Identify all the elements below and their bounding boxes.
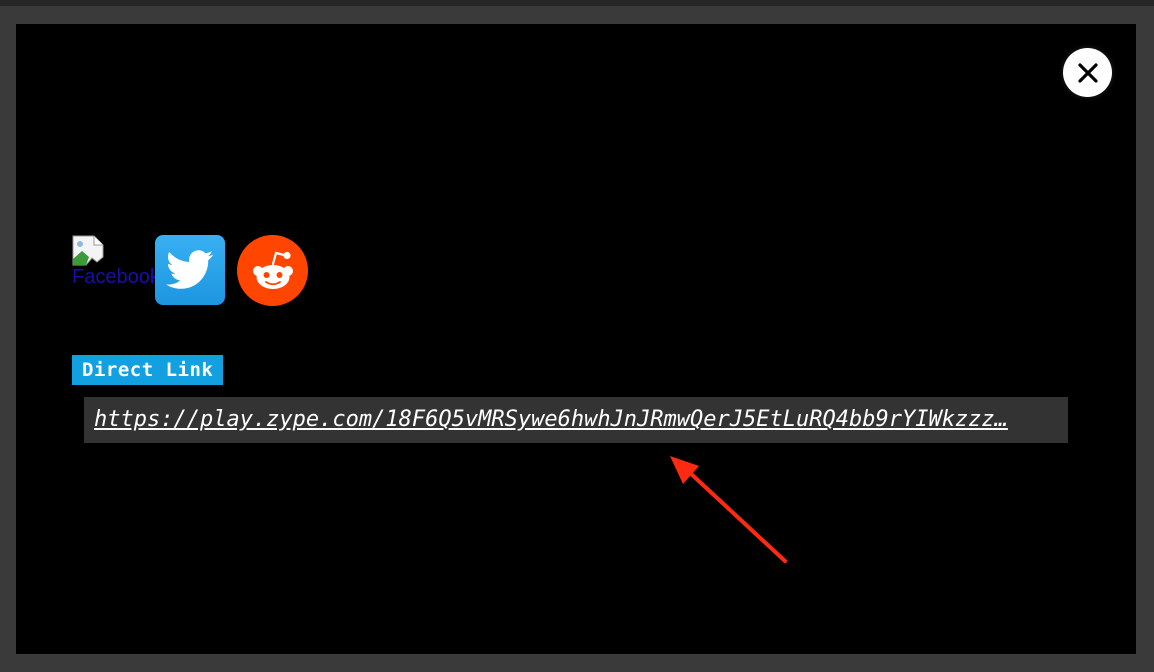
reddit-alien-icon (252, 251, 293, 289)
facebook-share-link[interactable]: Facebook (72, 235, 155, 295)
twitter-share-button[interactable] (155, 235, 225, 305)
direct-link-label: Direct Link (72, 355, 224, 385)
close-icon (1077, 62, 1098, 83)
close-button[interactable] (1063, 48, 1112, 97)
direct-link-url[interactable]: https://play.zype.com/18F6Q5vMRSywe6hwhJ… (94, 397, 1058, 443)
reddit-share-button[interactable] (237, 235, 308, 306)
broken-image-icon (72, 235, 104, 266)
window-top-strip (0, 0, 1154, 6)
twitter-bird-icon (166, 250, 214, 289)
facebook-alt-text: Facebook (72, 266, 155, 288)
share-modal: Facebook Direct Link https://play.zype.c… (16, 24, 1136, 654)
direct-link-field[interactable]: https://play.zype.com/18F6Q5vMRSywe6hwhJ… (84, 397, 1068, 443)
